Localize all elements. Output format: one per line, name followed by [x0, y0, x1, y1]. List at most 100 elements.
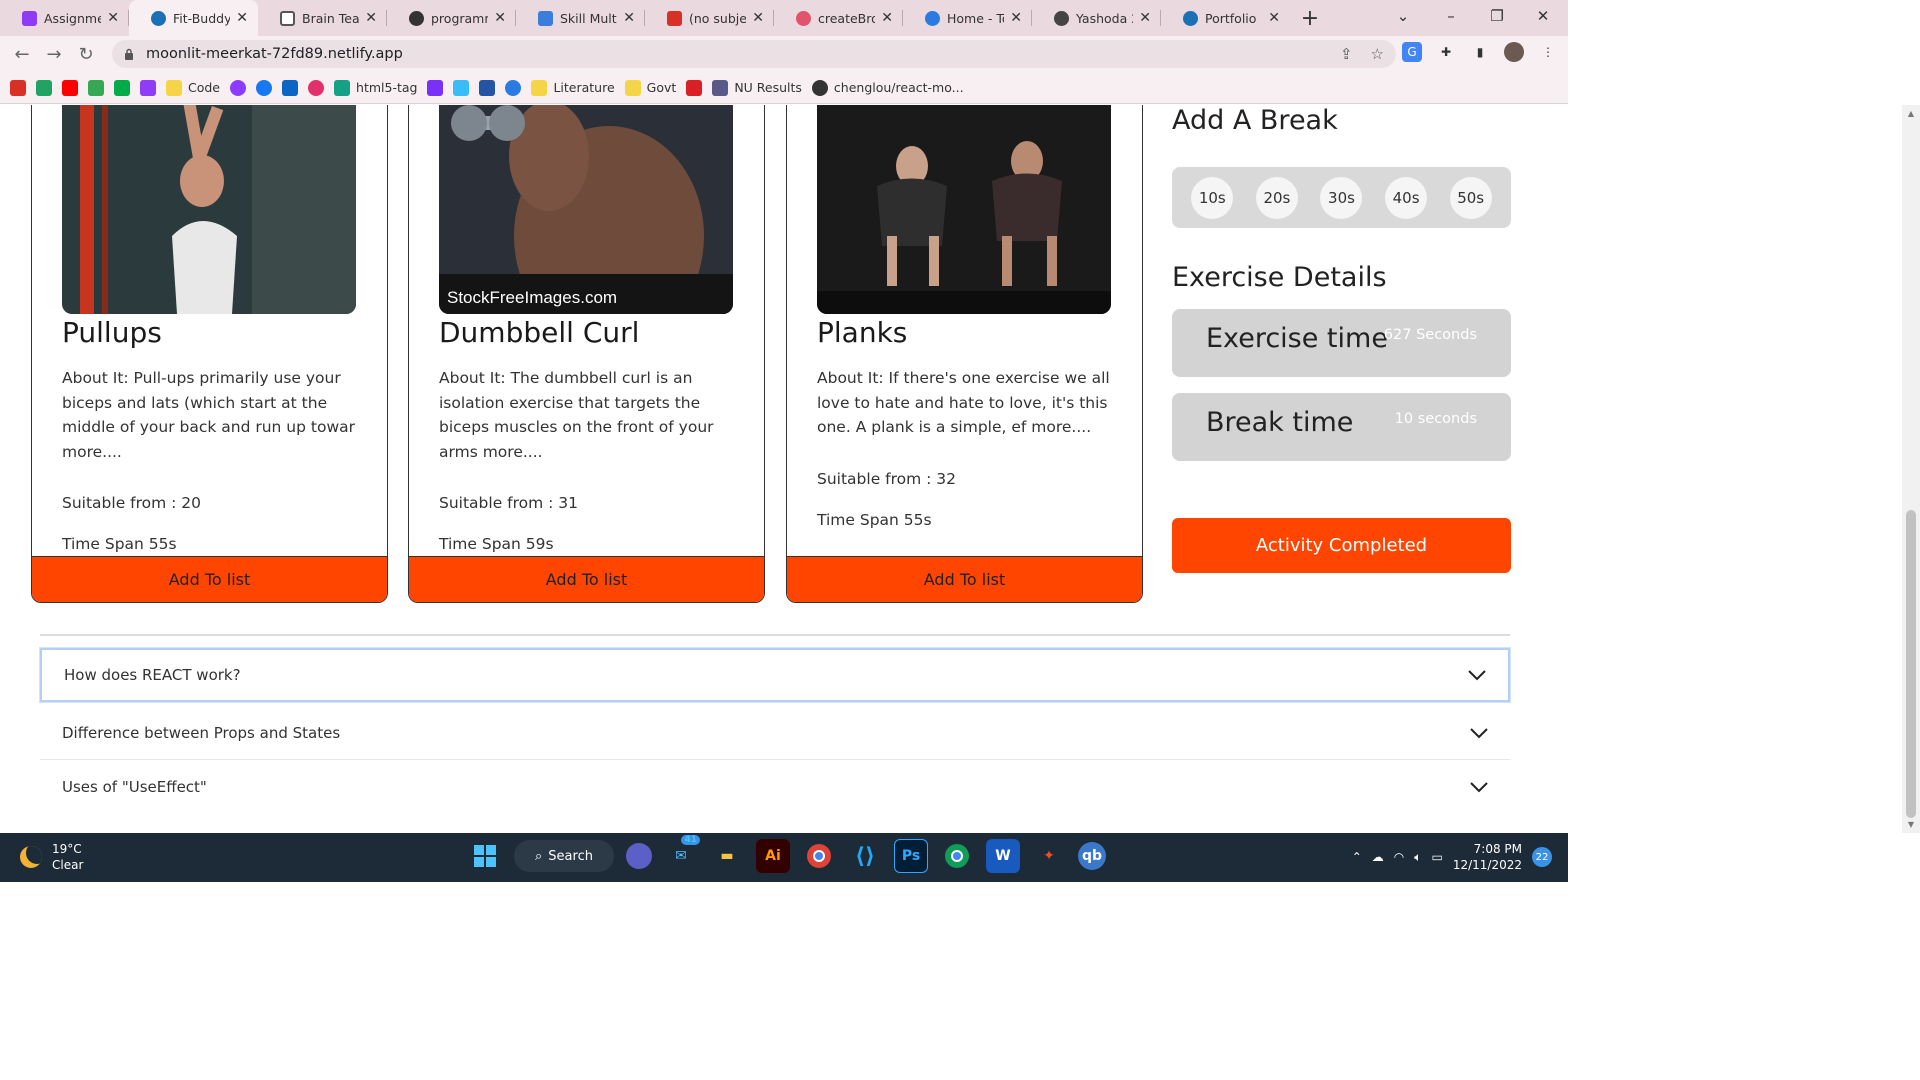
- close-icon[interactable]: ✕: [623, 10, 635, 26]
- bookmark-chenglou[interactable]: chenglou/react-mo...: [811, 76, 964, 100]
- tab-programming[interactable]: programmi ✕: [387, 0, 516, 36]
- mail-icon[interactable]: ✉ 41: [664, 835, 700, 873]
- tab-fit-buddy[interactable]: Fit-Buddy ✕: [129, 0, 258, 36]
- faq-item[interactable]: Difference between Props and States: [40, 706, 1510, 760]
- forward-icon[interactable]: →: [38, 44, 70, 65]
- tab-home[interactable]: Home - Tor ✕: [903, 0, 1032, 36]
- scroll-thumb[interactable]: [1906, 510, 1916, 818]
- bookmark-linkedin[interactable]: [282, 76, 299, 100]
- url-input[interactable]: moonlit-meerkat-72fd89.netlify.app ⇪ ☆: [112, 40, 1396, 68]
- tab-search-chevron-icon[interactable]: ⌄: [1380, 0, 1426, 32]
- translate-icon[interactable]: G: [1402, 42, 1422, 62]
- tab-favicon-icon: [22, 10, 37, 26]
- close-icon[interactable]: ✕: [107, 10, 119, 26]
- chevron-up-icon[interactable]: ⌃: [1352, 850, 1362, 864]
- bookmark-code[interactable]: Code: [166, 76, 220, 100]
- avatar[interactable]: [1504, 42, 1524, 62]
- skill-icon: [538, 10, 553, 26]
- time-span: Time Span 55s: [817, 511, 932, 529]
- faq-item[interactable]: Uses of "UseEffect": [40, 760, 1510, 814]
- activity-completed-button[interactable]: Activity Completed: [1172, 518, 1511, 573]
- bookmark-html5-tag[interactable]: html5-tag: [334, 76, 417, 100]
- page-scrollbar[interactable]: ▲ ▼: [1902, 105, 1920, 833]
- wifi-icon[interactable]: ◠: [1394, 850, 1404, 864]
- word-icon[interactable]: W: [986, 839, 1020, 873]
- figma-icon[interactable]: ✦: [1032, 839, 1066, 873]
- tab-portfolio[interactable]: Portfolio ✕: [1161, 0, 1290, 36]
- bookmark-meet[interactable]: [114, 76, 130, 100]
- break-10s-button[interactable]: 10s: [1191, 176, 1234, 219]
- close-icon[interactable]: ✕: [365, 10, 377, 26]
- file-explorer-icon[interactable]: ▬: [710, 839, 744, 873]
- scroll-down-icon[interactable]: ▼: [1906, 820, 1916, 829]
- add-to-list-button[interactable]: Add To list: [787, 556, 1142, 602]
- close-window-button[interactable]: ✕: [1520, 0, 1566, 32]
- close-icon[interactable]: ✕: [752, 10, 764, 26]
- taskbar-search-button[interactable]: ⌕ Search: [514, 840, 614, 872]
- tab-create-browser[interactable]: createBrow ✕: [774, 0, 903, 36]
- scroll-up-icon[interactable]: ▲: [1906, 109, 1916, 118]
- bookmark-instagram[interactable]: [308, 76, 325, 100]
- tab-assignment[interactable]: Assignment ✕: [0, 0, 129, 36]
- onedrive-icon[interactable]: ☁: [1372, 850, 1384, 864]
- minimize-button[interactable]: –: [1428, 0, 1474, 32]
- extensions-icon[interactable]: ✚: [1436, 42, 1456, 62]
- bookmark-w3[interactable]: [479, 76, 496, 100]
- qbittorrent-icon[interactable]: qb: [1078, 842, 1106, 870]
- faq-item[interactable]: How does REACT work?: [40, 648, 1510, 702]
- bookmark-govt[interactable]: Govt: [624, 76, 676, 100]
- new-tab-button[interactable]: +: [1290, 6, 1330, 31]
- chrome-icon[interactable]: [802, 839, 836, 873]
- menu-icon[interactable]: ⋮: [1538, 42, 1558, 62]
- add-to-list-button[interactable]: Add To list: [32, 556, 387, 602]
- close-icon[interactable]: ✕: [1268, 10, 1280, 26]
- vscode-icon[interactable]: ⟨⟩: [848, 839, 882, 873]
- teams-icon[interactable]: [626, 843, 652, 869]
- tab-brain-teaser[interactable]: Brain Teaser ✕: [258, 0, 387, 36]
- back-icon[interactable]: ←: [6, 44, 38, 65]
- bookmark-facebook[interactable]: [256, 76, 273, 100]
- clock[interactable]: 7:08 PM 12/11/2022: [1453, 841, 1522, 873]
- side-panel-icon[interactable]: ▮: [1470, 42, 1490, 62]
- close-icon[interactable]: ✕: [236, 10, 248, 26]
- volume-icon[interactable]: 🔈︎: [1414, 850, 1421, 865]
- bookmark-messenger[interactable]: [230, 76, 247, 100]
- weather-condition: Clear: [52, 858, 84, 872]
- bookmark-gmail[interactable]: [10, 76, 26, 100]
- break-50s-button[interactable]: 50s: [1449, 176, 1492, 219]
- tab-skill-multiplier[interactable]: Skill Multipl ✕: [516, 0, 645, 36]
- chrome-profile-icon[interactable]: [940, 839, 974, 873]
- illustrator-icon[interactable]: Ai: [756, 839, 790, 873]
- bookmark-maps[interactable]: [88, 76, 104, 100]
- battery-icon[interactable]: ▭: [1431, 850, 1442, 864]
- tab-yashoda[interactable]: Yashoda 20 ✕: [1032, 0, 1161, 36]
- bookmark-t[interactable]: [505, 76, 522, 100]
- notification-badge[interactable]: 22: [1532, 847, 1552, 867]
- bookmark-star-icon[interactable]: ☆: [1371, 45, 1384, 63]
- bookmark-drive[interactable]: [36, 76, 52, 100]
- bookmark-tailwind[interactable]: [453, 76, 470, 100]
- break-40s-button[interactable]: 40s: [1385, 176, 1428, 219]
- close-icon[interactable]: ✕: [1139, 10, 1151, 26]
- restore-button[interactable]: ❐: [1474, 0, 1520, 32]
- tab-gmail[interactable]: (no subject) ✕: [645, 0, 774, 36]
- close-icon[interactable]: ✕: [1010, 10, 1022, 26]
- bookmark-bootstrap[interactable]: [427, 76, 444, 100]
- windows-start-icon[interactable]: [468, 839, 502, 873]
- maps-icon: [88, 79, 104, 96]
- chevron-down-icon: [1468, 670, 1486, 681]
- bookmark-app[interactable]: [140, 76, 156, 100]
- close-icon[interactable]: ✕: [881, 10, 893, 26]
- break-20s-button[interactable]: 20s: [1255, 176, 1298, 219]
- bookmark-vercel[interactable]: [686, 76, 703, 100]
- add-to-list-button[interactable]: Add To list: [409, 556, 764, 602]
- break-30s-button[interactable]: 30s: [1320, 176, 1363, 219]
- bookmark-literature[interactable]: Literature: [531, 76, 615, 100]
- bookmark-nu-results[interactable]: NU Results: [712, 76, 802, 100]
- photoshop-icon[interactable]: Ps: [894, 839, 928, 873]
- close-icon[interactable]: ✕: [494, 10, 506, 26]
- weather-widget[interactable]: 19°C Clear: [20, 841, 83, 873]
- bookmark-youtube[interactable]: [62, 76, 78, 100]
- reload-icon[interactable]: ↻: [70, 44, 102, 65]
- share-icon[interactable]: ⇪: [1340, 45, 1353, 63]
